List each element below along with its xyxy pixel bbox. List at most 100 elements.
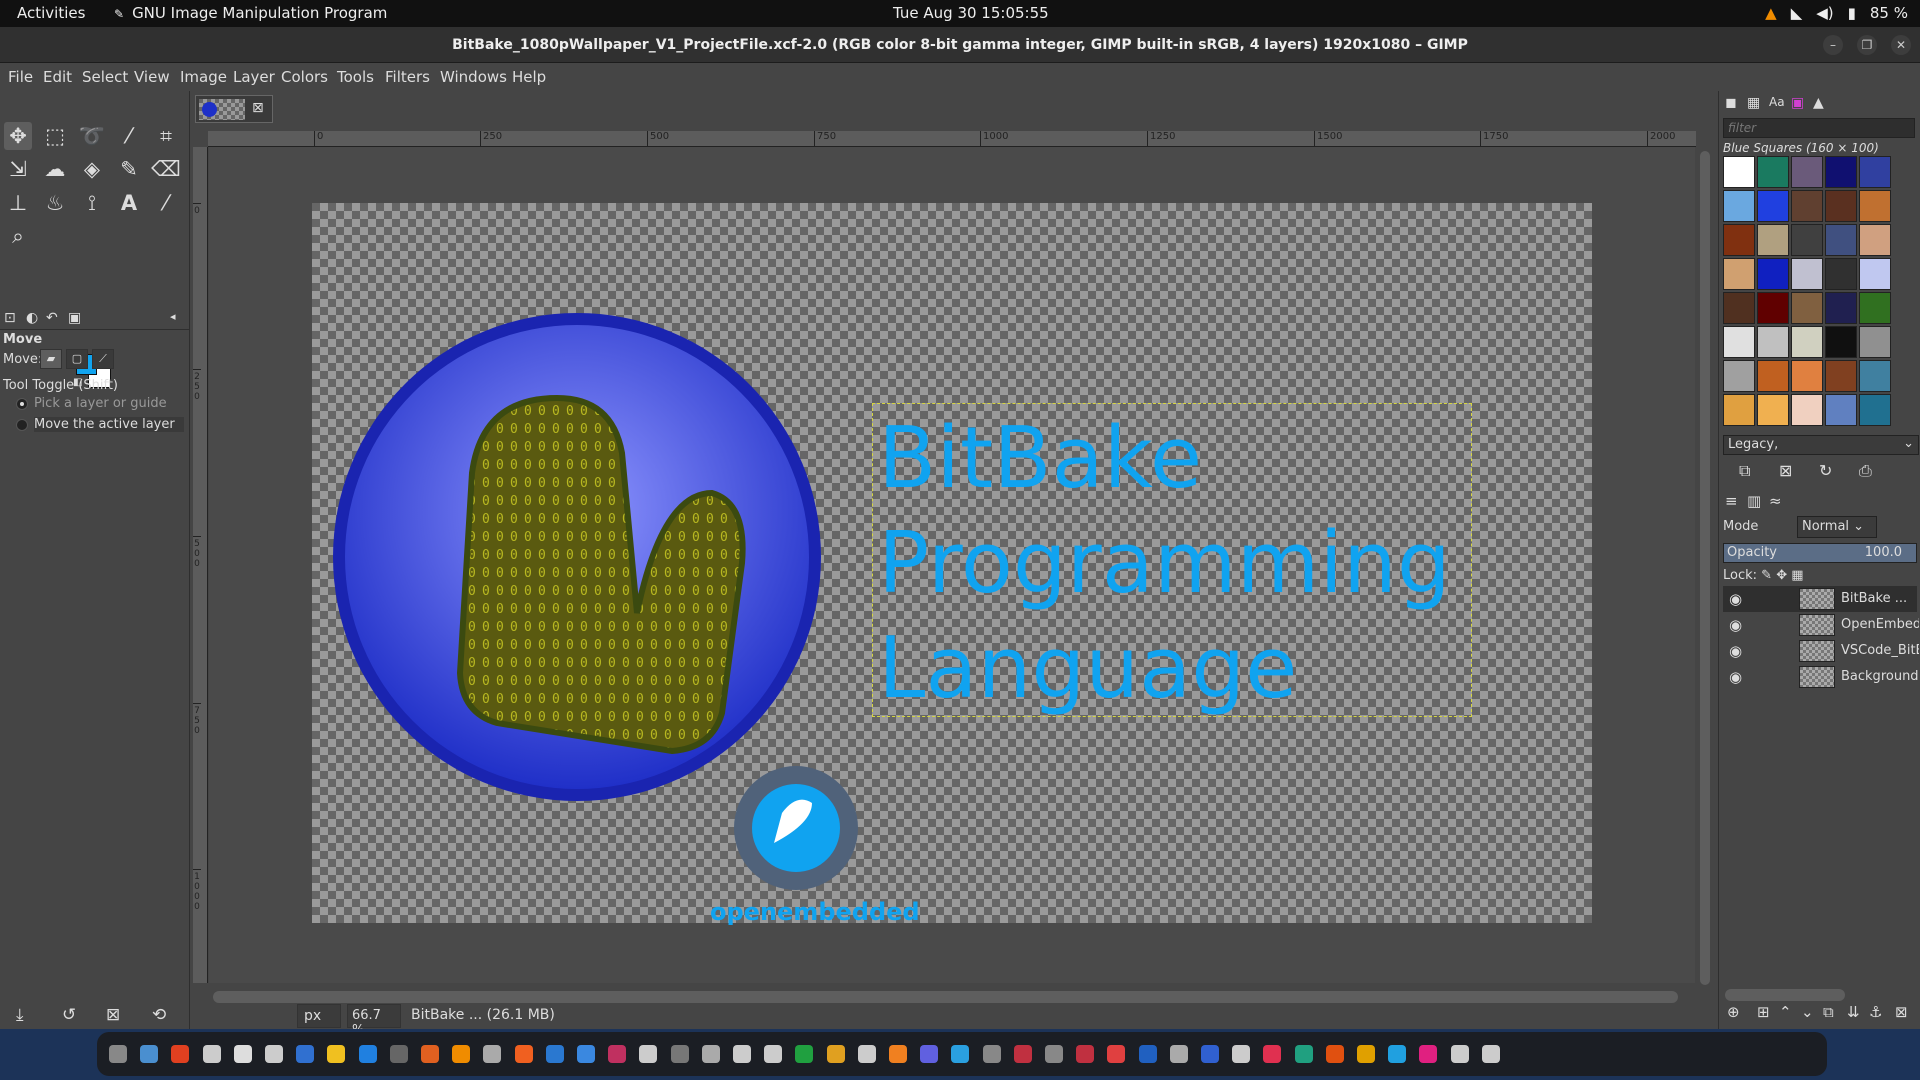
- dock-app-icon[interactable]: [327, 1045, 346, 1063]
- pattern-swatch[interactable]: [1825, 360, 1857, 392]
- horizontal-scrollbar[interactable]: [193, 983, 1696, 1005]
- dock-app-icon[interactable]: [577, 1045, 595, 1063]
- pattern-swatch[interactable]: [1791, 394, 1823, 426]
- dock-app-icon[interactable]: [1357, 1045, 1375, 1063]
- menu-view[interactable]: View: [134, 68, 170, 86]
- save-options-icon[interactable]: ⤓: [16, 1005, 24, 1025]
- pattern-swatch[interactable]: [1723, 190, 1755, 222]
- move-active-radio[interactable]: [16, 419, 28, 431]
- anchor-layer-icon[interactable]: ⚓: [1869, 1003, 1882, 1021]
- pattern-swatch[interactable]: [1825, 190, 1857, 222]
- pattern-swatch[interactable]: [1825, 394, 1857, 426]
- images-tab-icon[interactable]: ▣: [68, 310, 81, 326]
- pattern-swatch[interactable]: [1723, 394, 1755, 426]
- dock-app-icon[interactable]: [452, 1045, 471, 1063]
- pattern-swatch[interactable]: [1757, 326, 1789, 358]
- system-tray[interactable]: ▲ ◣ ◀) ▮ 85 %: [1765, 4, 1908, 22]
- delete-pattern-icon[interactable]: ⊠: [1779, 461, 1792, 480]
- dock-app-icon[interactable]: [1388, 1045, 1407, 1063]
- layer-row[interactable]: ◉ OpenEmbedded: [1723, 612, 1919, 638]
- dock-app-icon[interactable]: [1045, 1045, 1063, 1063]
- layer-row[interactable]: ◉ BitBake ...: [1723, 586, 1917, 612]
- mode-select[interactable]: Normal ⌄: [1797, 516, 1877, 538]
- dock-app-icon[interactable]: [1232, 1045, 1251, 1063]
- vlc-tray-icon[interactable]: ▲: [1765, 4, 1777, 22]
- lock-pixels-icon[interactable]: ✎: [1761, 568, 1772, 583]
- pattern-swatch[interactable]: [1791, 292, 1823, 324]
- pattern-swatch[interactable]: [1825, 326, 1857, 358]
- move-path-button[interactable]: ⟋: [92, 349, 114, 369]
- dock-app-icon[interactable]: [1419, 1045, 1438, 1063]
- dock-app-icon[interactable]: [389, 1045, 408, 1063]
- pattern-swatch[interactable]: [1723, 360, 1755, 392]
- scale-tool-icon[interactable]: ⇲: [4, 155, 32, 183]
- move-layer-button[interactable]: ▰: [40, 349, 62, 369]
- visibility-eye-icon[interactable]: ◉: [1729, 642, 1742, 660]
- pattern-swatch[interactable]: [1757, 258, 1789, 290]
- dock-app-icon[interactable]: [1013, 1045, 1032, 1063]
- horizontal-scroll-thumb[interactable]: [213, 991, 1678, 1003]
- dock-app-icon[interactable]: [701, 1045, 720, 1063]
- visibility-eye-icon[interactable]: ◉: [1729, 590, 1742, 608]
- move-tool-icon[interactable]: ✥: [4, 122, 32, 150]
- eraser-tool-icon[interactable]: ⌫: [151, 155, 181, 183]
- text-tool-icon[interactable]: A: [115, 189, 143, 217]
- pattern-swatch[interactable]: [1859, 394, 1891, 426]
- layer-name[interactable]: VSCode_BitBake: [1841, 643, 1919, 658]
- pattern-swatch[interactable]: [1859, 190, 1891, 222]
- warp-tool-icon[interactable]: ☁: [41, 155, 69, 183]
- pattern-swatch[interactable]: [1757, 394, 1789, 426]
- dock-app-icon[interactable]: [202, 1045, 221, 1063]
- pattern-swatch[interactable]: [1859, 360, 1891, 392]
- crop-tool-icon[interactable]: ⌗: [152, 122, 180, 150]
- dynamics-tab-icon[interactable]: ▲: [1813, 95, 1824, 111]
- activities-button[interactable]: Activities: [17, 4, 85, 22]
- layer-name[interactable]: BitBake ...: [1841, 591, 1919, 606]
- pattern-swatch[interactable]: [1859, 326, 1891, 358]
- dock-app-icon[interactable]: [1450, 1045, 1469, 1063]
- delete-options-icon[interactable]: ⊠: [106, 1005, 120, 1025]
- dock-app-icon[interactable]: [826, 1045, 845, 1063]
- new-layer-icon[interactable]: ⊕: [1727, 1003, 1740, 1021]
- menu-colors[interactable]: Colors: [281, 68, 328, 86]
- restore-options-icon[interactable]: ↺: [62, 1005, 76, 1025]
- delete-layer-icon[interactable]: ⊠: [1895, 1003, 1908, 1021]
- pattern-swatch[interactable]: [1757, 360, 1789, 392]
- channels-tab-icon[interactable]: ▥: [1747, 492, 1761, 510]
- dock-app-icon[interactable]: [857, 1045, 876, 1063]
- dock-app-icon[interactable]: [514, 1045, 533, 1063]
- dock-app-icon[interactable]: [639, 1045, 658, 1063]
- rect-select-tool-icon[interactable]: ⬚: [41, 122, 69, 150]
- layer-name[interactable]: OpenEmbedded: [1841, 617, 1919, 632]
- menu-tools[interactable]: Tools: [337, 68, 374, 86]
- menu-edit[interactable]: Edit: [43, 68, 72, 86]
- pattern-swatch[interactable]: [1859, 224, 1891, 256]
- dock-app-icon[interactable]: [1169, 1045, 1188, 1063]
- reset-options-icon[interactable]: ⟲: [152, 1005, 166, 1025]
- bucket-fill-tool-icon[interactable]: ◈: [78, 155, 106, 183]
- zoom-tool-icon[interactable]: ⌕: [4, 222, 32, 250]
- menu-filters[interactable]: Filters: [385, 68, 430, 86]
- pick-layer-label[interactable]: Pick a layer or guide: [34, 396, 167, 411]
- vertical-scroll-thumb[interactable]: [1700, 151, 1710, 985]
- minimize-button[interactable]: –: [1823, 35, 1843, 55]
- dock-app-icon[interactable]: [1201, 1045, 1219, 1063]
- canvas[interactable]: 0 BitBake Programming Language openembed…: [209, 147, 1695, 983]
- menu-windows[interactable]: Windows: [440, 68, 507, 86]
- dock-app-icon[interactable]: [358, 1045, 377, 1063]
- move-selection-button[interactable]: ▢: [66, 349, 88, 369]
- dock-app-icon[interactable]: [1263, 1045, 1282, 1063]
- app-menu[interactable]: ✎ GNU Image Manipulation Program: [114, 4, 387, 22]
- dock-app-icon[interactable]: [670, 1045, 689, 1063]
- pattern-grid[interactable]: [1723, 156, 1891, 426]
- lower-layer-icon[interactable]: ⌄: [1801, 1003, 1814, 1021]
- pick-layer-radio[interactable]: [16, 398, 28, 410]
- dock-app-icon[interactable]: [296, 1045, 315, 1063]
- pattern-swatch[interactable]: [1791, 190, 1823, 222]
- pattern-filter-input[interactable]: filter: [1723, 118, 1915, 138]
- raise-layer-icon[interactable]: ⌃: [1779, 1003, 1792, 1021]
- pattern-swatch[interactable]: [1825, 292, 1857, 324]
- brushes-tab-icon[interactable]: ◼: [1725, 95, 1737, 111]
- layer-name[interactable]: Background: [1841, 669, 1919, 684]
- move-active-label[interactable]: Move the active layer: [34, 417, 184, 432]
